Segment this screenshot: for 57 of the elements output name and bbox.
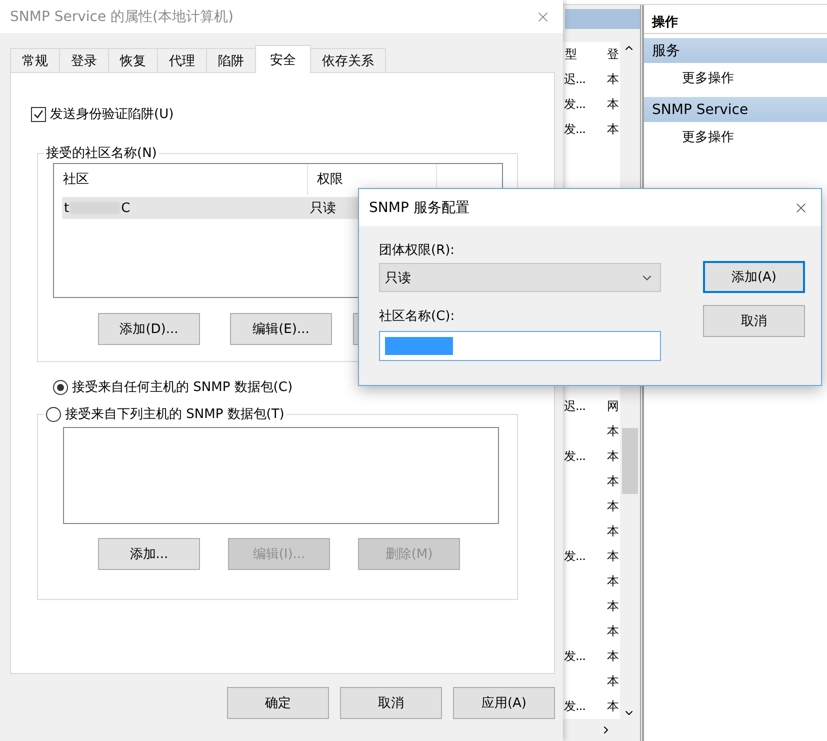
radio-button[interactable] [46,406,61,422]
table-cell: 本 [607,424,618,438]
column-header: 社区 [54,164,308,195]
table-cell: 迟... [564,72,586,86]
column-header: 型 [565,47,576,61]
button[interactable]: 应用(A) [453,687,555,719]
table-cell: 本 [607,624,618,638]
table-cell: 发... [564,699,586,713]
section-header[interactable]: 服务 [644,38,827,63]
table-cell: 本 [607,524,618,538]
table-cell: 本 [607,649,618,663]
tab[interactable]: 安全 [255,45,311,73]
table-cell: 本 [607,449,618,463]
table-cell: 发... [564,549,586,563]
action-link[interactable]: 更多操作 [644,122,827,152]
field-label: 团体权限(R): [379,242,456,259]
button[interactable]: 取消 [703,305,805,337]
table-cell: 本 [607,72,618,86]
input-field[interactable] [379,331,661,361]
checkbox[interactable] [31,106,46,122]
window-title: SNMP 服务配置 [369,198,470,216]
dropdown[interactable]: 只读 [379,263,661,292]
table-cell: 本 [607,574,618,588]
tab[interactable]: 依存关系 [310,48,386,73]
button[interactable]: 添加... [98,538,200,570]
radio-button[interactable] [53,380,68,394]
section-header[interactable]: SNMP Service [644,97,827,122]
group-label: 接受的社区名称(N) [46,145,157,162]
table-cell: 本 [607,474,618,488]
field-label: 社区名称(C): [379,308,456,325]
radio-label: 接受来自下列主机的 SNMP 数据包(T) [65,406,284,423]
radio-label: 接受来自任何主机的 SNMP 数据包(C) [72,379,293,396]
table-cell: 本 [607,499,618,513]
table-cell: 发... [564,122,586,136]
table-cell: 发... [564,649,586,663]
tab[interactable]: 常规 [10,48,60,73]
table-cell: 本 [607,599,618,613]
action-link[interactable]: 更多操作 [644,63,827,93]
table-cell: 本 [607,122,618,136]
column-header: 登 [607,47,618,61]
table-cell: 本 [607,97,618,111]
table-cell: 发... [564,97,586,111]
button[interactable]: 添加(D)... [98,313,200,345]
table-cell: 本 [607,699,618,713]
button[interactable]: 取消 [340,687,442,719]
table-cell: 本 [607,674,618,688]
button[interactable]: 确定 [227,687,329,719]
table-cell: 网 [607,399,618,413]
table-cell: 发... [564,449,586,463]
table-cell: 本 [607,549,618,563]
window-title: SNMP Service 的属性(本地计算机) [10,8,234,26]
pane-header: 操作 [644,11,827,34]
table-cell: 迟... [564,399,586,413]
button[interactable]: 编辑(E)... [230,313,332,345]
checkbox-label: 发送身份验证陷阱(U) [50,106,174,123]
button[interactable]: 添加(A) [703,261,805,293]
scrollbar-thumb[interactable] [622,428,638,494]
